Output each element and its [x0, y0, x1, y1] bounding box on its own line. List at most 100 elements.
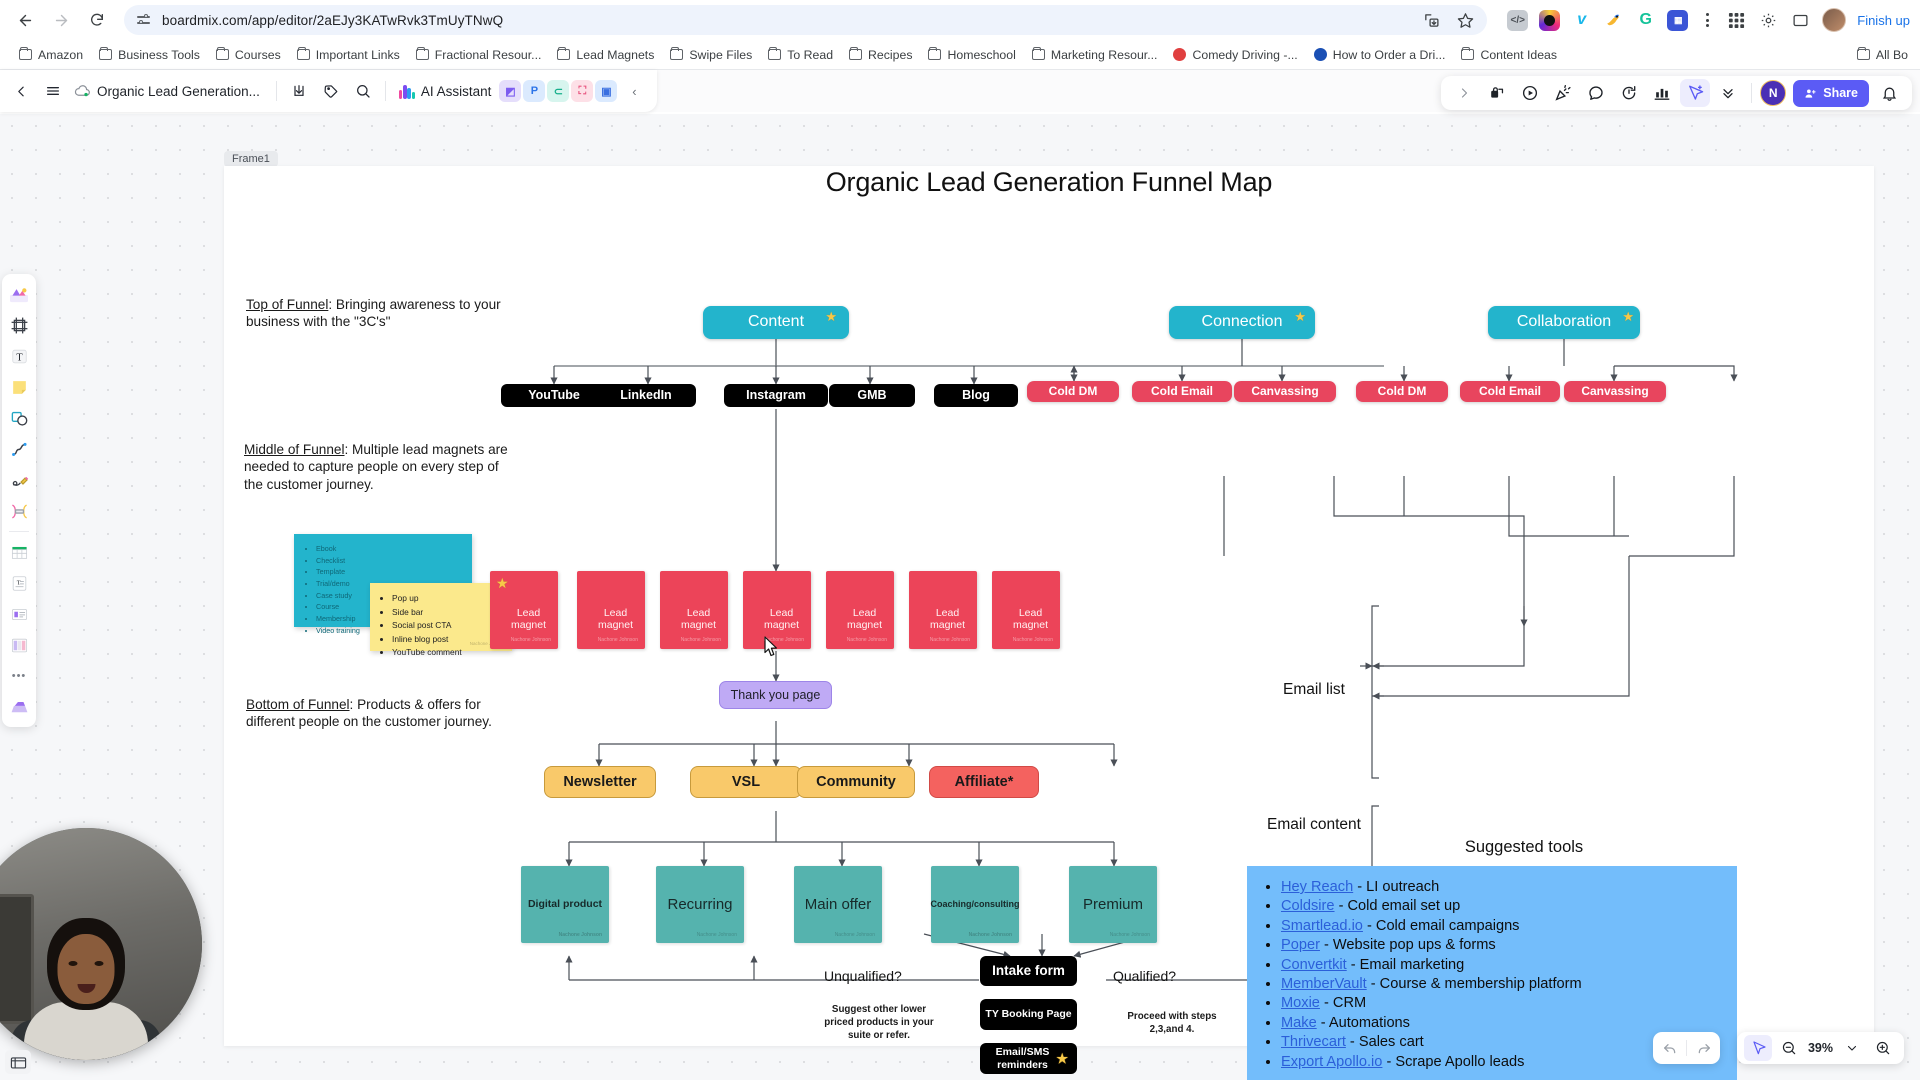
bookmark-item[interactable]: Courses: [209, 45, 288, 65]
offer-newsletter[interactable]: Newsletter: [544, 766, 656, 798]
connection-canvassing[interactable]: Canvassing: [1234, 381, 1336, 402]
site-settings-icon[interactable]: [136, 12, 152, 28]
mindmap-app-chip[interactable]: ⊂: [547, 80, 570, 102]
grid-extension-icon[interactable]: ▦: [1667, 9, 1689, 31]
redo-icon[interactable]: [1687, 1032, 1720, 1064]
product-coaching-consulting[interactable]: Coaching/consulting Nachone Johnson: [931, 866, 1020, 943]
offer-vsl[interactable]: VSL: [690, 766, 802, 798]
connection-cold-dm[interactable]: Cold DM: [1027, 381, 1119, 402]
tool-link[interactable]: Convertkit: [1281, 957, 1347, 973]
product-main-offer[interactable]: Main offer Nachone Johnson: [794, 866, 882, 943]
channel-linkedin[interactable]: LinkedIn: [596, 384, 696, 407]
kanban-tool[interactable]: [6, 632, 32, 658]
bell-icon[interactable]: [1874, 79, 1904, 107]
tool-link[interactable]: MemberVault: [1281, 976, 1367, 992]
bookmark-item[interactable]: Swipe Files: [663, 45, 759, 65]
collaboration-canvassing[interactable]: Canvassing: [1564, 381, 1666, 402]
bookmark-item[interactable]: Business Tools: [92, 45, 207, 65]
thank-you-page-node[interactable]: Thank you page: [719, 681, 832, 709]
upload-tool[interactable]: [6, 694, 32, 720]
bird-extension-icon[interactable]: [1603, 10, 1624, 31]
celebrate-icon[interactable]: [1548, 79, 1578, 107]
comment-bubble-icon[interactable]: [1581, 79, 1611, 107]
bookmark-item[interactable]: Homeschool: [921, 45, 1022, 65]
apps-grid-icon[interactable]: [1726, 10, 1747, 31]
tool-item[interactable]: Convertkit - Email marketing: [1281, 956, 1721, 975]
pillar-collaboration[interactable]: Collaboration ★: [1488, 306, 1640, 339]
more-tools[interactable]: •••: [6, 663, 32, 689]
channel-gmb[interactable]: GMB: [829, 384, 915, 407]
chevron-down-icon[interactable]: [1838, 1035, 1866, 1061]
back-button[interactable]: [10, 5, 40, 35]
star-bookmark-icon[interactable]: [1455, 10, 1475, 30]
templates-tool[interactable]: [6, 281, 32, 307]
cursor-share-icon[interactable]: [1680, 79, 1711, 107]
channel-youtube[interactable]: YouTube: [501, 384, 607, 407]
mindmap-tool[interactable]: [6, 498, 32, 524]
bookmarks-overflow[interactable]: All Bo: [1856, 46, 1908, 62]
frame-label[interactable]: Frame1: [224, 151, 278, 167]
collapse-left-icon[interactable]: ‹: [619, 76, 649, 106]
bookmark-item[interactable]: Lead Magnets: [550, 45, 661, 65]
channel-instagram[interactable]: Instagram: [724, 384, 828, 407]
offer-affiliate[interactable]: Affiliate*: [929, 766, 1039, 798]
zoom-level[interactable]: 39%: [1806, 1041, 1835, 1055]
undo-icon[interactable]: [1653, 1032, 1686, 1064]
tag-icon[interactable]: [316, 76, 346, 106]
image-app-chip[interactable]: ◩: [499, 80, 522, 102]
screenshot-icon[interactable]: [5, 1050, 31, 1074]
note-app-chip[interactable]: ▣: [595, 80, 618, 102]
board-canvas[interactable]: T T ••• Frame1 Organic Lead Generation F…: [0, 114, 1920, 1080]
shapes-tool[interactable]: [6, 405, 32, 431]
tool-link[interactable]: Make: [1281, 1015, 1317, 1031]
tool-link[interactable]: Export Apollo.io: [1281, 1054, 1382, 1070]
text-tool[interactable]: T: [6, 343, 32, 369]
download-icon[interactable]: [284, 76, 314, 106]
address-bar[interactable]: boardmix.com/app/editor/2aEJy3KATwRvk3Tm…: [124, 5, 1488, 35]
lead-magnet-card[interactable]: Lead magnet Nachone Johnson: [577, 571, 645, 649]
channel-blog[interactable]: Blog: [934, 384, 1018, 407]
intake-form-node[interactable]: Intake form: [980, 956, 1077, 986]
timer-icon[interactable]: [1614, 79, 1644, 107]
bookmark-item[interactable]: To Read: [761, 45, 840, 65]
tool-link[interactable]: Moxie: [1281, 995, 1320, 1011]
gear-icon[interactable]: [1758, 10, 1779, 31]
bookmark-item[interactable]: Marketing Resour...: [1025, 45, 1165, 65]
table-tool[interactable]: [6, 539, 32, 565]
product-premium[interactable]: Premium Nachone Johnson: [1069, 866, 1157, 943]
lead-magnet-card[interactable]: Lead magnet Nachone Johnson: [992, 571, 1060, 649]
pen-tool[interactable]: [6, 467, 32, 493]
tool-item[interactable]: Coldsire - Cold email set up: [1281, 897, 1721, 916]
offer-community[interactable]: Community: [797, 766, 915, 798]
bookmark-item[interactable]: Comedy Driving -...: [1166, 45, 1304, 65]
code-extension-icon[interactable]: </>: [1507, 9, 1529, 31]
bookmark-item[interactable]: Amazon: [12, 45, 90, 65]
lead-magnet-card[interactable]: Lead magnet Nachone Johnson: [826, 571, 894, 649]
collaboration-cold-dm[interactable]: Cold DM: [1356, 381, 1448, 402]
tool-item[interactable]: Hey Reach - LI outreach: [1281, 878, 1721, 897]
bookmark-item[interactable]: How to Order a Dri...: [1307, 45, 1453, 65]
document-title[interactable]: Organic Lead Generation...: [93, 84, 269, 99]
tool-link[interactable]: Hey Reach: [1281, 879, 1353, 895]
pointer-tool-icon[interactable]: [1743, 1035, 1772, 1061]
chrome-profile-avatar[interactable]: [1822, 8, 1847, 32]
pillar-content[interactable]: Content ★: [703, 306, 849, 339]
card-tool[interactable]: [6, 601, 32, 627]
bookmark-item[interactable]: Recipes: [842, 45, 919, 65]
lead-magnet-card[interactable]: Lead magnet Nachone Johnson: [660, 571, 728, 649]
connection-cold-email[interactable]: Cold Email: [1132, 381, 1232, 402]
search-icon[interactable]: [348, 76, 378, 106]
connector-tool[interactable]: [6, 436, 32, 462]
expand-right-icon[interactable]: [1449, 79, 1479, 107]
chevron-double-down-icon[interactable]: [1713, 79, 1743, 107]
tool-item[interactable]: MemberVault - Course & membership platfo…: [1281, 975, 1721, 994]
flow-app-chip[interactable]: ⛶: [571, 80, 594, 102]
share-window-icon[interactable]: [1790, 10, 1811, 31]
tool-link[interactable]: Thrivecart: [1281, 1034, 1346, 1050]
vote-chart-icon[interactable]: [1647, 79, 1677, 107]
forward-button[interactable]: [46, 5, 76, 35]
install-app-icon[interactable]: [1421, 10, 1441, 30]
kebab-menu-icon[interactable]: [1699, 13, 1715, 27]
sticky-note-tool[interactable]: [6, 374, 32, 400]
ai-assistant-button[interactable]: AI Assistant: [393, 84, 498, 99]
